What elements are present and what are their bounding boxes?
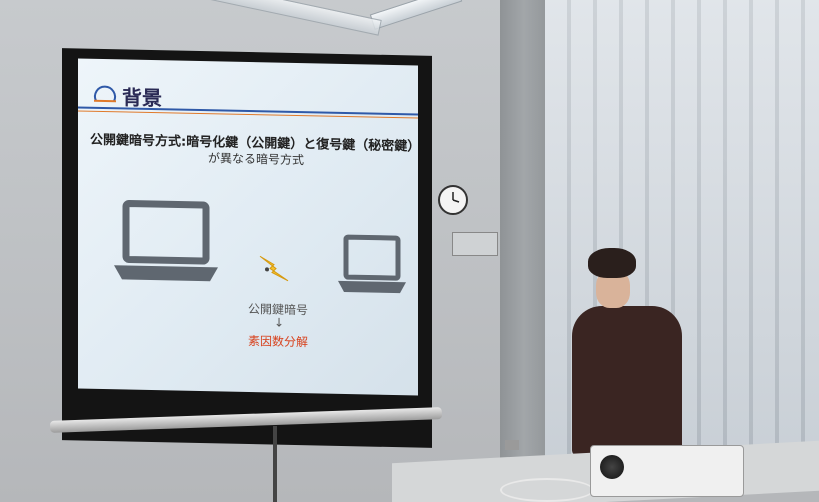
presentation-slide: 背景 公開鍵暗号方式:暗号化鍵（公開鍵）と復号鍵（秘密鍵） が異なる暗号方式 公… (78, 58, 418, 396)
slide-definition-continued: が異なる暗号方式 (208, 151, 305, 168)
projector-lens (600, 455, 624, 479)
cable (500, 478, 594, 502)
screen-stand (273, 426, 277, 502)
laptop-icon (114, 200, 218, 282)
wall-mounted-projector (452, 232, 498, 256)
wall-socket (505, 440, 519, 450)
slide-factorization-label: 素因数分解 (248, 334, 309, 350)
slide-logo-icon (94, 85, 116, 103)
slide-down-arrow: ↓ (274, 315, 285, 330)
presentation-room-photo: 背景 公開鍵暗号方式:暗号化鍵（公開鍵）と復号鍵（秘密鍵） が異なる暗号方式 公… (0, 0, 819, 502)
wall-clock (438, 185, 468, 215)
lightning-bolt-icon (259, 255, 289, 282)
presenter-hair (588, 248, 636, 278)
laptop-icon (338, 234, 406, 294)
presenter-body (572, 306, 682, 456)
